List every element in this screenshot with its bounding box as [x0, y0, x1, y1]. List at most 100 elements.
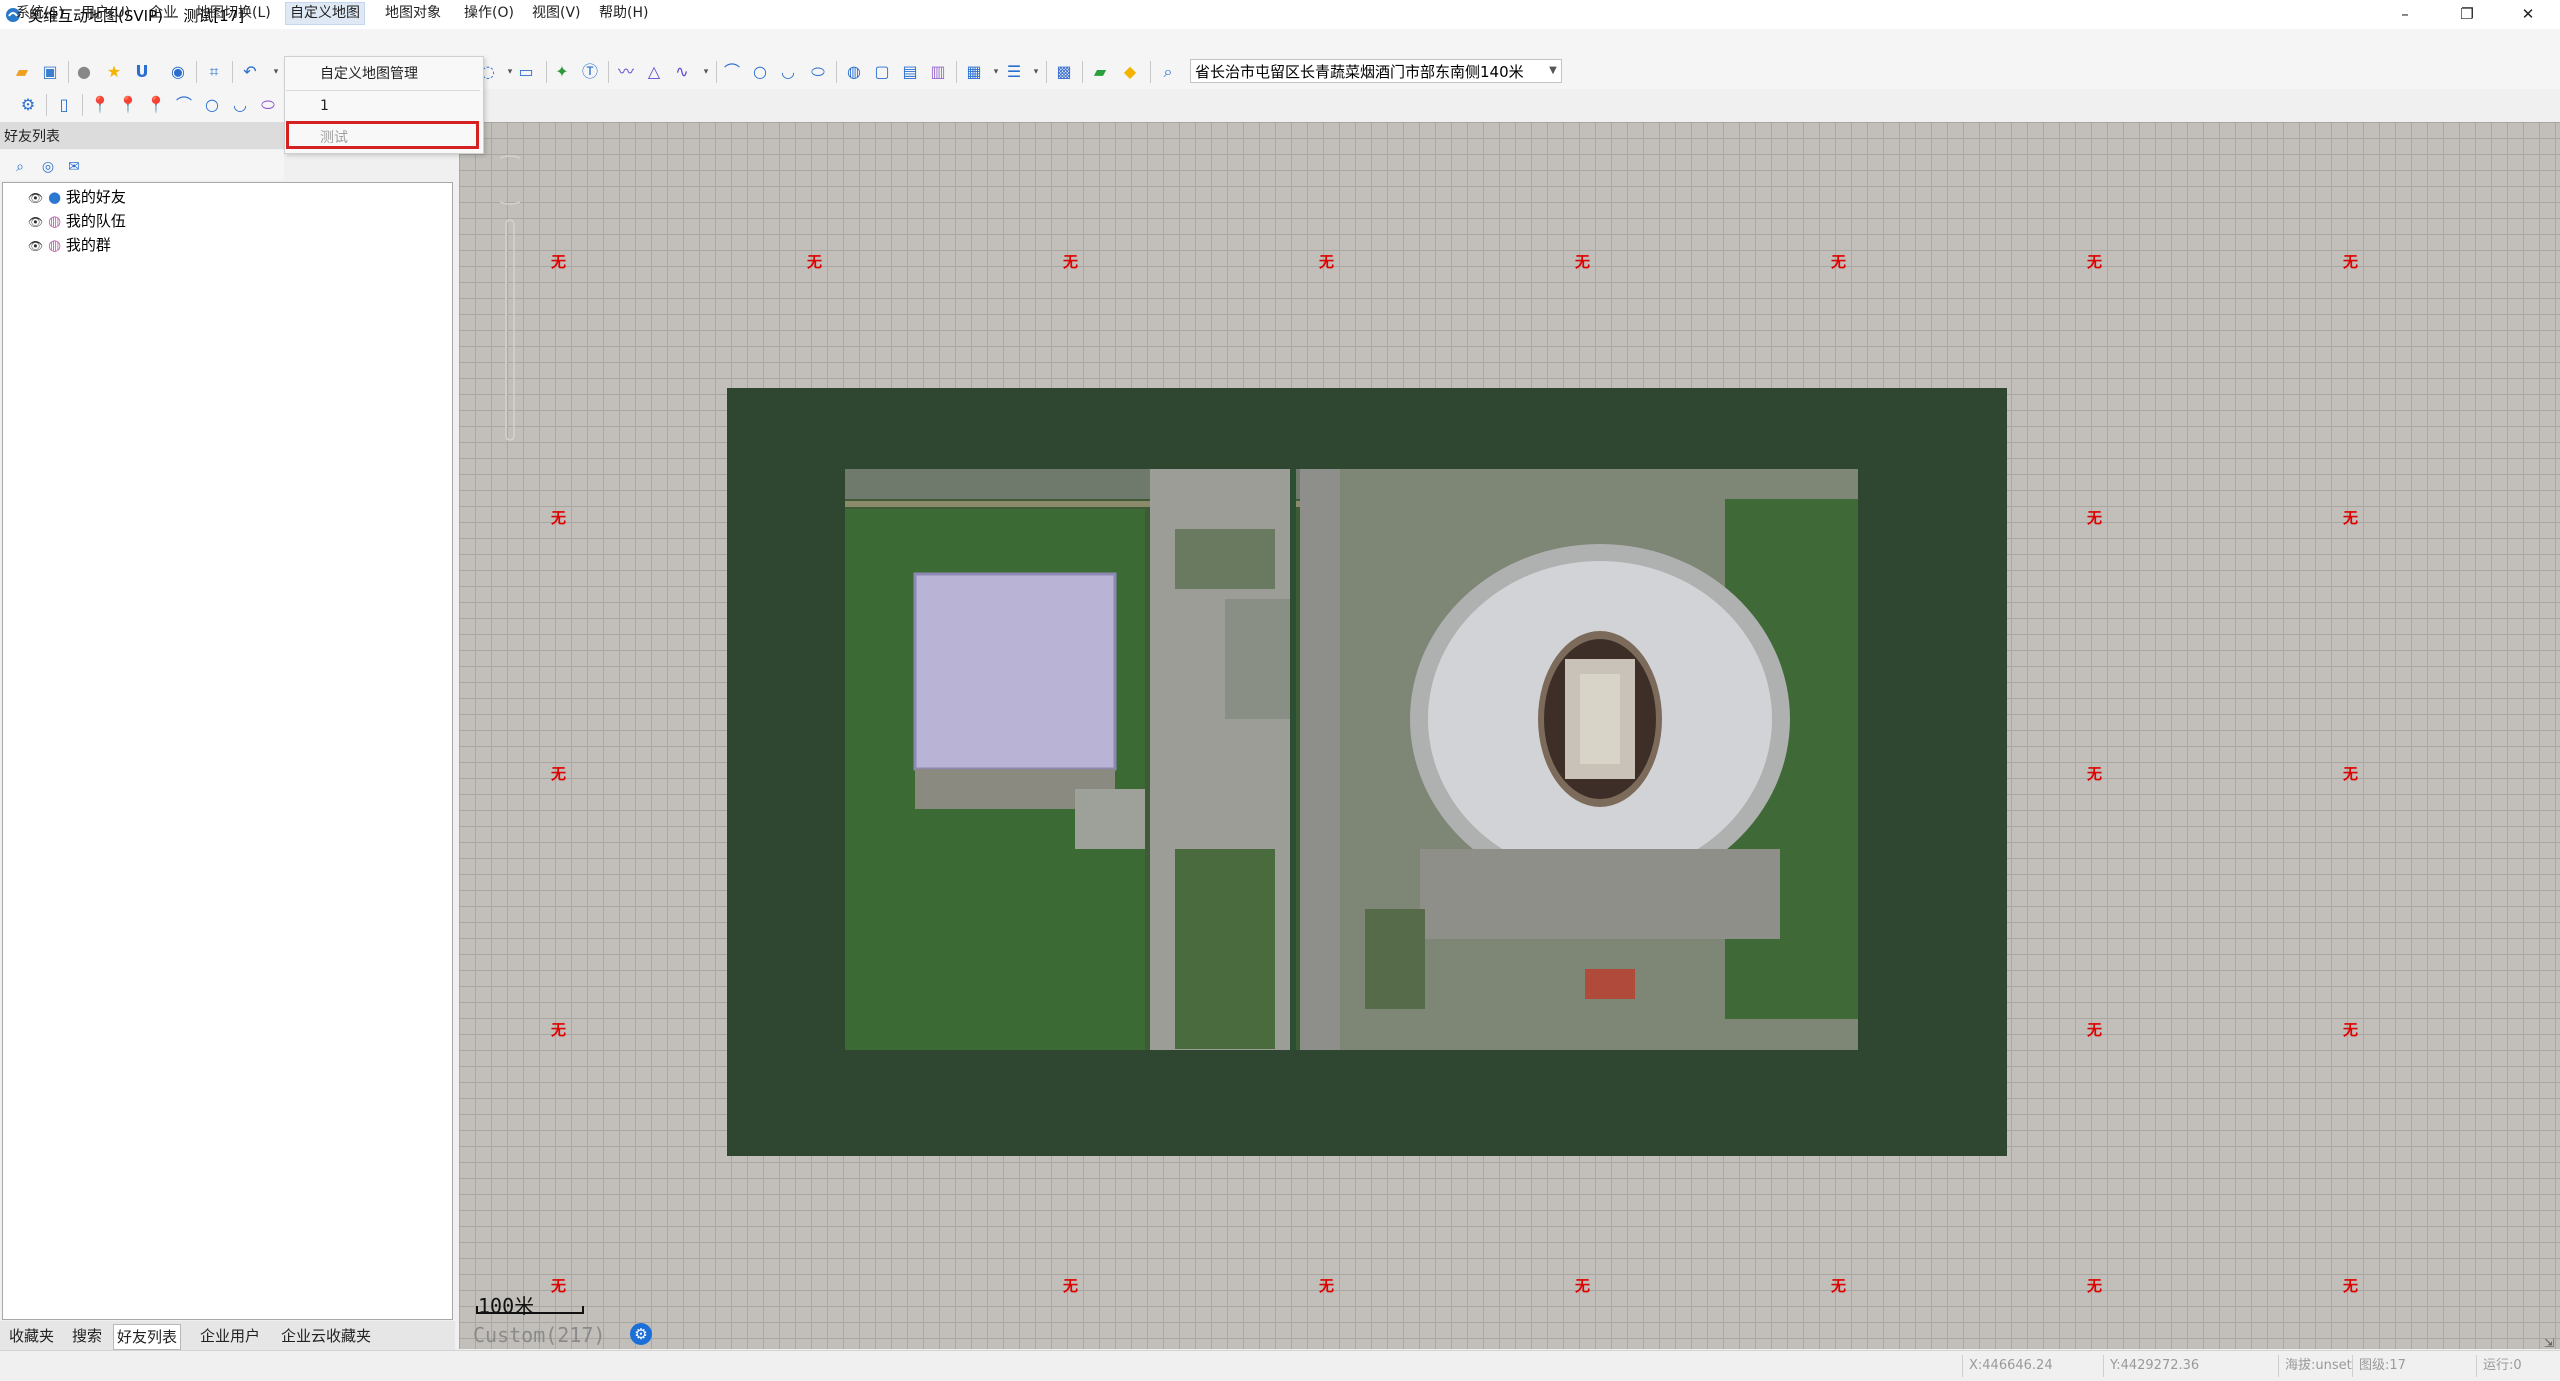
list-icon[interactable]: ☰ [1004, 62, 1024, 82]
tab-enterprise-cloud[interactable]: 企业云收藏夹 [278, 1324, 374, 1348]
menu-custom-map[interactable]: 自定义地图 [285, 2, 365, 25]
search-icon[interactable]: ⌕ [1158, 62, 1178, 82]
toolbar-separator [716, 61, 717, 83]
line-tool-icon[interactable]: ⌒ [174, 95, 194, 115]
grid-icon[interactable]: ▥ [928, 62, 948, 82]
chevron-down-icon[interactable]: ▼ [1545, 60, 1561, 82]
calendar-icon[interactable]: ▩ [1054, 62, 1074, 82]
circle-tool-icon[interactable]: ○ [202, 95, 222, 115]
save-icon[interactable]: ▣ [40, 62, 60, 82]
map-placeholder-label: 无 [2087, 765, 2103, 783]
map-placeholder-label: 无 [551, 509, 567, 527]
navigation-icon[interactable]: ᑌ [132, 62, 152, 82]
group-icon: ◍ [48, 236, 62, 254]
dropdown-separator [286, 90, 480, 91]
resize-grip-icon[interactable]: ⇲ [2544, 1336, 2554, 1350]
round-icon[interactable]: ◍ [844, 62, 864, 82]
favorite-star-icon[interactable]: ★ [104, 62, 124, 82]
map-placeholder-label: 无 [1319, 1277, 1335, 1295]
close-button[interactable]: ✕ [2505, 0, 2551, 29]
chevron-down-icon[interactable]: ▾ [1026, 62, 1046, 82]
chat-icon[interactable]: ▰ [1090, 62, 1110, 82]
tab-search[interactable]: 搜索 [69, 1324, 105, 1348]
toolbar-separator [608, 61, 609, 83]
chevron-down-icon[interactable]: ▾ [266, 62, 286, 82]
status-map-level: 图级:17 [2352, 1355, 2429, 1377]
satellite-image [845, 469, 1858, 1050]
tree-item-friends[interactable]: 👁 ● 我的好友 [28, 186, 126, 207]
tab-favorites[interactable]: 收藏夹 [6, 1324, 57, 1348]
tree-item-team[interactable]: 👁 ◍ 我的队伍 [28, 210, 126, 231]
menu-map-switch[interactable]: 地图切换(L) [192, 3, 275, 24]
group-icon: ◍ [48, 212, 62, 230]
crop-icon[interactable]: ⌗ [204, 62, 224, 82]
curve-icon[interactable]: ∿ [672, 62, 692, 82]
visibility-eye-icon[interactable]: 👁 [28, 215, 43, 229]
file-icon[interactable]: ▯ [54, 95, 74, 115]
chat-bubble-icon[interactable]: ◎ [38, 157, 58, 177]
search-icon[interactable]: ⌕ [10, 157, 30, 177]
chevron-down-icon[interactable]: ▾ [986, 62, 1006, 82]
polyline-icon[interactable]: 〰 [616, 62, 636, 82]
menu-view[interactable]: 视图(V) [528, 3, 585, 24]
tree-item-groups[interactable]: 👁 ◍ 我的群 [28, 234, 111, 255]
menu-operation[interactable]: 操作(O) [460, 3, 518, 24]
chevron-down-icon[interactable]: ▾ [696, 62, 716, 82]
video-icon[interactable]: ▭ [516, 62, 536, 82]
circle-tool-icon[interactable]: ○ [750, 62, 770, 82]
toolbar-separator [1082, 61, 1083, 83]
menu-help[interactable]: 帮助(H) [595, 3, 652, 24]
map-placeholder-label: 无 [1319, 253, 1335, 271]
red-pin-icon[interactable]: 📍 [118, 95, 138, 115]
scale-bar-label: 100米 [478, 1294, 535, 1318]
vip-icon[interactable]: ◆ [1120, 62, 1140, 82]
mail-icon[interactable]: ✉ [64, 157, 84, 177]
ellipse-tool-icon[interactable]: ⬭ [258, 95, 278, 115]
toolbar-separator [82, 94, 83, 116]
visibility-eye-icon[interactable]: 👁 [28, 191, 43, 205]
layers-icon[interactable]: ◉ [168, 62, 188, 82]
toolbar-separator [196, 61, 197, 83]
undo-icon[interactable]: ↶ [240, 62, 260, 82]
map-placeholder-label: 无 [551, 765, 567, 783]
toolbar-separator [1150, 61, 1151, 83]
map-placeholder-label: 无 [2087, 1277, 2103, 1295]
dropdown-item-manage[interactable]: 自定义地图管理 [320, 63, 418, 83]
visibility-eye-icon[interactable]: 👁 [28, 239, 43, 253]
minimize-button[interactable]: – [2382, 0, 2428, 29]
menu-map-objects[interactable]: 地图对象 [381, 3, 445, 24]
tab-friends[interactable]: 好友列表 [113, 1324, 182, 1350]
map-placeholder-label: 无 [807, 253, 823, 271]
menu-enterprise[interactable]: 企业 [145, 3, 181, 24]
map-placeholder-label: 无 [551, 1021, 567, 1039]
pin-icon[interactable]: ✦ [552, 62, 572, 82]
panel-icon[interactable]: ▦ [964, 62, 984, 82]
map-placeholder-label: 无 [2343, 1021, 2359, 1039]
user-icon[interactable]: ● [74, 62, 94, 82]
arc-tool-icon[interactable]: ◡ [778, 62, 798, 82]
polygon-icon[interactable]: △ [644, 62, 664, 82]
text-tool-icon[interactable]: Ⓣ [580, 62, 600, 82]
ellipse-tool-icon[interactable]: ⬭ [808, 62, 828, 82]
line-tool-icon[interactable]: ⌒ [722, 62, 742, 82]
restore-button[interactable]: ❐ [2444, 0, 2490, 29]
green-pin-icon[interactable]: 📍 [90, 95, 110, 115]
map-placeholder-label: 无 [1831, 1277, 1847, 1295]
highlight-box [286, 121, 479, 149]
rectangle-icon[interactable]: ▢ [872, 62, 892, 82]
settings-gear-icon[interactable]: ⚙ [18, 95, 38, 115]
blue-pin-icon[interactable]: 📍 [146, 95, 166, 115]
map-placeholder-label: 无 [1063, 253, 1079, 271]
arc-tool-icon[interactable]: ◡ [230, 95, 250, 115]
menu-system[interactable]: 系统(S) [12, 3, 68, 24]
document-icon[interactable]: ▤ [900, 62, 920, 82]
tab-enterprise-users[interactable]: 企业用户 [197, 1324, 263, 1348]
status-y-coordinate: Y:4429272.36 [2103, 1355, 2248, 1377]
map-placeholder-label: 无 [2343, 253, 2359, 271]
menu-user[interactable]: 用户(U) [77, 3, 134, 24]
dropdown-item-1[interactable]: 1 [320, 98, 329, 114]
zoom-slider[interactable] [500, 150, 520, 450]
open-folder-icon[interactable]: ▰ [12, 62, 32, 82]
map-settings-gear-icon[interactable]: ⚙ [630, 1323, 652, 1345]
address-search-input[interactable]: 省长治市屯留区长青蔬菜烟酒门市部东南侧140米 [1190, 59, 1562, 83]
